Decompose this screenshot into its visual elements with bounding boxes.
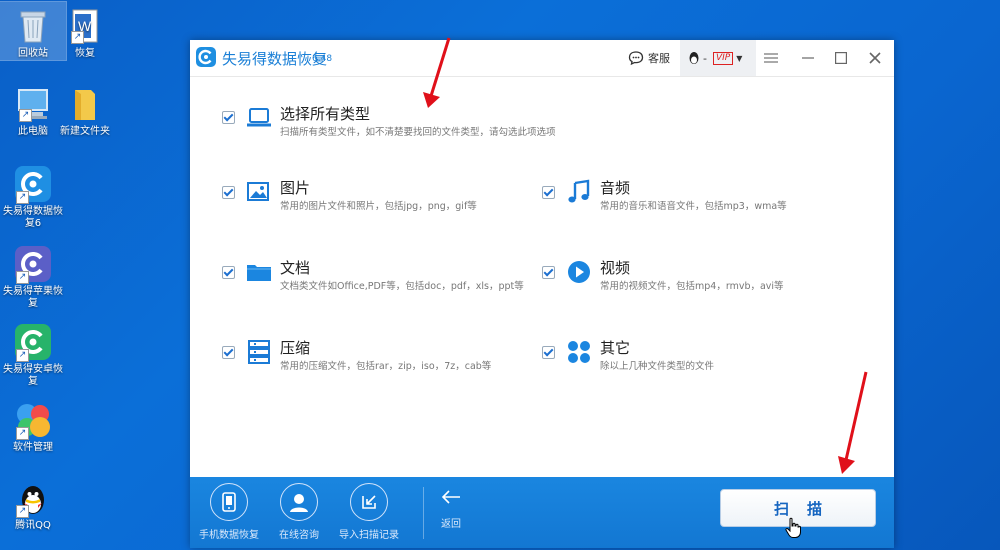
bb-circle bbox=[280, 483, 318, 521]
vip-badge: VIP bbox=[712, 51, 734, 65]
option-title: 选择所有类型 bbox=[280, 105, 371, 123]
option-title: 图片 bbox=[280, 179, 311, 197]
desktop-icon-label: 失易得苹果恢复 bbox=[3, 286, 63, 309]
file-type-list: 选择所有类型 扫描所有类型文件，如不清楚要找回的文件类型，请勾选此项选项 图片 … bbox=[190, 77, 894, 477]
minimize-button[interactable] bbox=[802, 40, 814, 76]
desktop-icon-new-folder[interactable]: 新建文件夹 bbox=[52, 80, 118, 138]
desktop-icon-label: 失易得安卓恢复 bbox=[3, 364, 63, 387]
desktop-icon-label: 新建文件夹 bbox=[60, 126, 110, 137]
option-archives[interactable]: 压缩 常用的压缩文件，包括rar，zip，iso，7z，cab等 bbox=[190, 337, 530, 397]
video-checkbox[interactable] bbox=[542, 266, 555, 279]
recycle-bin-icon bbox=[13, 6, 53, 46]
desktop-icon-software-manager[interactable]: ↗ 软件管理 bbox=[0, 396, 66, 454]
phone-recovery-button[interactable]: 手机数据恢复 bbox=[194, 483, 264, 541]
app-logo-icon bbox=[196, 47, 216, 67]
back-button[interactable]: 返回 bbox=[416, 489, 486, 530]
option-pictures[interactable]: 图片 常用的图片文件和照片，包括jpg，png，gif等 bbox=[190, 177, 530, 237]
play-icon bbox=[568, 261, 590, 283]
maximize-icon bbox=[835, 52, 847, 64]
option-title: 其它 bbox=[600, 339, 631, 357]
phone-recovery-label: 手机数据恢复 bbox=[199, 530, 259, 541]
folder-icon bbox=[65, 84, 105, 124]
user-account-area[interactable]: - VIP ▼ bbox=[680, 40, 756, 76]
option-desc: 常用的音乐和语音文件，包括mp3，wma等 bbox=[600, 201, 787, 212]
music-note-icon bbox=[568, 179, 590, 203]
desktop-icon-label: 腾讯QQ bbox=[15, 520, 51, 531]
bb-circle bbox=[210, 483, 248, 521]
select-all-checkbox[interactable] bbox=[222, 111, 235, 124]
grid-icon bbox=[568, 341, 590, 363]
customer-service-label: 客服 bbox=[648, 52, 670, 65]
laptop-icon bbox=[247, 108, 271, 127]
app-android-recovery-icon: ↗ bbox=[13, 322, 53, 362]
person-icon bbox=[290, 494, 308, 512]
option-desc: 扫描所有类型文件，如不清楚要找回的文件类型，请勾选此项选项 bbox=[280, 127, 556, 138]
archive-icon bbox=[248, 340, 270, 364]
back-label: 返回 bbox=[441, 519, 461, 530]
option-desc: 常用的视频文件，包括mp4，rmvb，avi等 bbox=[600, 281, 784, 292]
option-title: 压缩 bbox=[280, 339, 311, 357]
desktop-icon-qq[interactable]: ↗ 腾讯QQ bbox=[0, 474, 66, 532]
pictures-checkbox[interactable] bbox=[222, 186, 235, 199]
option-title: 视频 bbox=[600, 259, 631, 277]
option-others[interactable]: 其它 除以上几种文件类型的文件 bbox=[510, 337, 880, 397]
menu-button[interactable] bbox=[764, 40, 778, 76]
customer-service-button[interactable]: 客服 bbox=[628, 40, 670, 76]
import-scan-record-label: 导入扫描记录 bbox=[339, 530, 399, 541]
desktop-icon-doc[interactable]: W ↗ 恢复 bbox=[52, 2, 118, 60]
folder-icon bbox=[247, 265, 271, 281]
minimize-icon bbox=[802, 57, 814, 59]
desktop-icon-recovery-app[interactable]: ↗ 失易得数据恢复6 bbox=[0, 160, 66, 230]
title-bar: 失易得数据恢复 6.48 客服 - VIP ▼ bbox=[190, 40, 894, 77]
desktop-icon-label: 失易得数据恢复6 bbox=[3, 206, 63, 229]
bb-circle bbox=[350, 483, 388, 521]
app-version: 6.48 bbox=[312, 54, 333, 64]
word-doc-icon: W ↗ bbox=[65, 6, 105, 46]
image-icon bbox=[247, 182, 269, 201]
chat-icon bbox=[628, 51, 644, 66]
arrow-left-icon bbox=[441, 490, 460, 504]
desktop-icon-label: 软件管理 bbox=[13, 442, 53, 453]
option-desc: 常用的图片文件和照片，包括jpg，png，gif等 bbox=[280, 201, 477, 212]
import-scan-record-button[interactable]: 导入扫描记录 bbox=[334, 483, 404, 541]
audio-checkbox[interactable] bbox=[542, 186, 555, 199]
app-recovery-icon: ↗ bbox=[13, 164, 53, 204]
user-name: - bbox=[703, 51, 707, 65]
option-desc: 除以上几种文件类型的文件 bbox=[600, 361, 715, 372]
desktop-icon-label: 恢复 bbox=[75, 48, 95, 59]
close-icon bbox=[869, 52, 881, 64]
maximize-button[interactable] bbox=[835, 40, 847, 76]
others-checkbox[interactable] bbox=[542, 346, 555, 359]
option-title: 文档 bbox=[280, 259, 311, 277]
chevron-down-icon: ▼ bbox=[736, 53, 743, 63]
option-all-types[interactable]: 选择所有类型 扫描所有类型文件，如不清楚要找回的文件类型，请勾选此项选项 bbox=[190, 77, 894, 147]
option-documents[interactable]: 文档 文档类文件如Office,PDF等，包括doc，pdf，xls，ppt等 bbox=[190, 257, 530, 317]
hamburger-menu-icon bbox=[764, 53, 778, 63]
option-video[interactable]: 视频 常用的视频文件，包括mp4，rmvb，avi等 bbox=[510, 257, 880, 317]
phone-icon bbox=[222, 492, 236, 512]
online-consult-label: 在线咨询 bbox=[279, 530, 319, 541]
option-desc: 常用的压缩文件，包括rar，zip，iso，7z，cab等 bbox=[280, 361, 492, 372]
qq-penguin-icon bbox=[689, 52, 699, 64]
option-audio[interactable]: 音频 常用的音乐和语音文件，包括mp3，wma等 bbox=[510, 177, 880, 237]
software-manager-icon: ↗ bbox=[13, 400, 53, 440]
option-title: 音频 bbox=[600, 179, 631, 197]
archives-checkbox[interactable] bbox=[222, 346, 235, 359]
app-apple-recovery-icon: ↗ bbox=[13, 244, 53, 284]
online-consult-button[interactable]: 在线咨询 bbox=[264, 483, 334, 541]
import-icon bbox=[362, 495, 376, 509]
documents-checkbox[interactable] bbox=[222, 266, 235, 279]
bottom-toolbar: 手机数据恢复 在线咨询 导入扫描记录 返回 扫描 bbox=[190, 477, 894, 548]
desktop-icon-android-recovery[interactable]: ↗ 失易得安卓恢复 bbox=[0, 318, 66, 388]
qq-icon: ↗ bbox=[13, 478, 53, 518]
user-account[interactable]: - VIP ▼ bbox=[688, 40, 742, 76]
app-window: 失易得数据恢复 6.48 客服 - VIP ▼ 选择所有类型 扫描所有类型文件，… bbox=[190, 40, 894, 548]
hand-cursor-icon bbox=[785, 517, 801, 538]
close-button[interactable] bbox=[869, 40, 881, 76]
option-desc: 文档类文件如Office,PDF等，包括doc，pdf，xls，ppt等 bbox=[280, 281, 524, 292]
desktop-icon-apple-recovery[interactable]: ↗ 失易得苹果恢复 bbox=[0, 240, 66, 310]
computer-icon: ↗ bbox=[13, 84, 53, 124]
